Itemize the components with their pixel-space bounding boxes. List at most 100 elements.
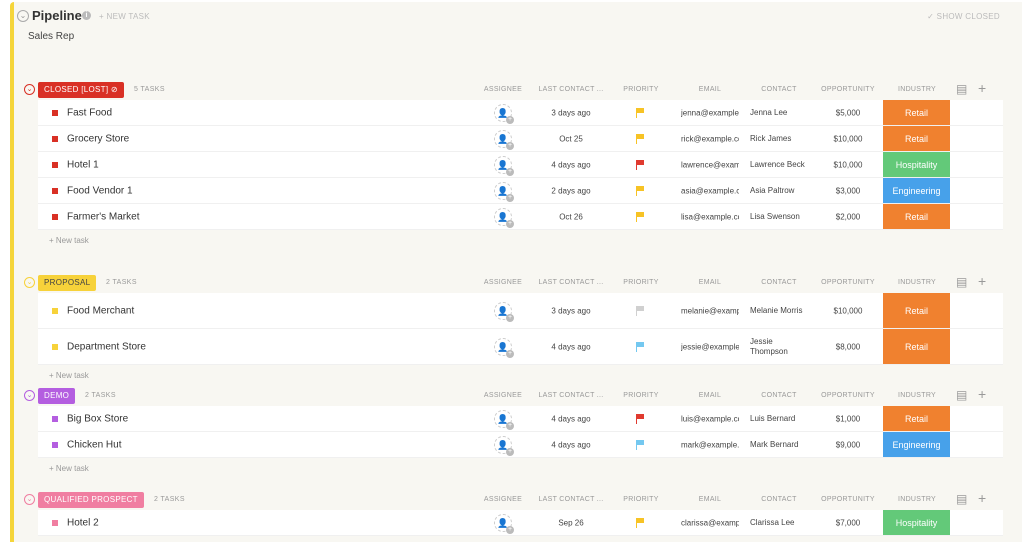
contact[interactable]: Mark Bernard xyxy=(750,440,810,450)
column-header[interactable]: INDUSTRY xyxy=(877,86,957,93)
task-name[interactable]: Department Store xyxy=(67,341,146,352)
priority-flag-icon[interactable] xyxy=(636,439,644,450)
last-contact[interactable]: Oct 26 xyxy=(531,212,611,221)
add-column-icon[interactable]: + xyxy=(978,490,986,506)
status-square-icon[interactable] xyxy=(52,213,58,220)
table-settings-icon[interactable]: ▤ xyxy=(956,388,967,402)
last-contact[interactable]: Sep 26 xyxy=(531,518,611,527)
industry-tag[interactable]: Retail xyxy=(883,204,950,229)
assignee-avatar-icon[interactable]: 👤 + xyxy=(494,155,514,176)
task-name[interactable]: Fast Food xyxy=(67,107,112,118)
add-column-icon[interactable]: + xyxy=(978,80,986,96)
email[interactable]: clarissa@example.com xyxy=(681,518,739,527)
column-header[interactable]: PRIORITY xyxy=(601,279,681,286)
priority-flag-icon[interactable] xyxy=(636,159,644,170)
table-row[interactable]: Department Store 👤 + 4 days ago jessie@ex… xyxy=(38,329,1003,365)
new-task-link[interactable]: + New task xyxy=(49,464,89,473)
column-header[interactable]: PRIORITY xyxy=(601,86,681,93)
table-row[interactable]: Food Vendor 1 👤 + 2 days ago asia@example… xyxy=(38,178,1003,204)
assignee-avatar-icon[interactable]: 👤 + xyxy=(494,103,514,124)
new-task-button[interactable]: + NEW TASK xyxy=(99,12,150,21)
column-header[interactable]: CONTACT xyxy=(739,86,819,93)
opportunity[interactable]: $10,000 xyxy=(808,134,888,143)
task-name[interactable]: Food Vendor 1 xyxy=(67,185,133,196)
email[interactable]: lawrence@example.com xyxy=(681,160,739,169)
status-badge[interactable]: QUALIFIED PROSPECT xyxy=(38,492,144,508)
industry-tag[interactable]: Retail xyxy=(883,293,950,328)
column-header[interactable]: PRIORITY xyxy=(601,392,681,399)
status-square-icon[interactable] xyxy=(52,187,58,194)
email[interactable]: melanie@example.com xyxy=(681,306,739,315)
assignee-avatar-icon[interactable]: 👤 + xyxy=(494,207,514,228)
collapse-group-icon[interactable]: ⌄ xyxy=(24,277,35,288)
industry-tag[interactable]: Retail xyxy=(883,329,950,364)
table-settings-icon[interactable]: ▤ xyxy=(956,492,967,506)
opportunity[interactable]: $1,000 xyxy=(808,414,888,423)
priority-flag-icon[interactable] xyxy=(636,517,644,528)
assignee-avatar-icon[interactable]: 👤 + xyxy=(494,435,514,456)
status-square-icon[interactable] xyxy=(52,415,58,422)
column-header[interactable]: EMAIL xyxy=(670,496,750,503)
table-row[interactable]: Grocery Store 👤+ Oct 25 rick@example.com… xyxy=(38,126,1003,152)
task-name[interactable]: Hotel 2 xyxy=(67,517,99,528)
email[interactable]: jessie@example.com xyxy=(681,342,739,351)
priority-flag-icon[interactable] xyxy=(636,107,644,118)
opportunity[interactable]: $10,000 xyxy=(808,160,888,169)
task-name[interactable]: Grocery Store xyxy=(67,133,129,144)
last-contact[interactable]: 2 days ago xyxy=(531,186,611,195)
table-row[interactable]: Hotel 1 👤+ 4 days ago lawrence@example.c… xyxy=(38,152,1003,178)
table-row[interactable]: Farmer's Market 👤 + Oct 26 lisa@example.c… xyxy=(38,204,1003,230)
priority-flag-icon[interactable] xyxy=(636,305,644,316)
opportunity[interactable]: $7,000 xyxy=(808,518,888,527)
last-contact[interactable]: 4 days ago xyxy=(531,440,611,449)
priority-flag-icon[interactable] xyxy=(636,413,644,424)
collapse-list-icon[interactable]: ⌄ xyxy=(17,10,29,22)
column-header[interactable]: LAST CONTACT ... xyxy=(531,392,611,399)
last-contact[interactable]: 4 days ago xyxy=(531,414,611,423)
contact[interactable]: Jenna Lee xyxy=(750,108,810,118)
add-column-icon[interactable]: + xyxy=(978,273,986,289)
last-contact[interactable]: 4 days ago xyxy=(531,342,611,351)
table-row[interactable]: Food Merchant 👤 + 3 days ago melanie@exam… xyxy=(38,293,1003,329)
info-icon[interactable]: i xyxy=(82,11,91,20)
task-name[interactable]: Chicken Hut xyxy=(67,439,121,450)
column-header[interactable]: OPPORTUNITY xyxy=(808,496,888,503)
show-closed-button[interactable]: ✓ SHOW CLOSED xyxy=(927,12,1000,21)
assignee-avatar-icon[interactable]: 👤 + xyxy=(494,301,514,322)
contact[interactable]: Luis Bernard xyxy=(750,414,810,424)
status-square-icon[interactable] xyxy=(52,343,58,350)
column-header[interactable]: INDUSTRY xyxy=(877,279,957,286)
table-row[interactable]: Big Box Store 👤 + 4 days ago luis@example… xyxy=(38,406,1003,432)
assignee-avatar-icon[interactable]: 👤 + xyxy=(494,129,514,150)
task-name[interactable]: Farmer's Market xyxy=(67,211,139,222)
status-square-icon[interactable] xyxy=(52,135,58,142)
contact[interactable]: Melanie Morris xyxy=(750,306,810,316)
column-header[interactable]: CONTACT xyxy=(739,392,819,399)
priority-flag-icon[interactable] xyxy=(636,185,644,196)
industry-tag[interactable]: Retail xyxy=(883,126,950,151)
column-header[interactable]: CONTACT xyxy=(739,279,819,286)
assignee-avatar-icon[interactable]: 👤 + xyxy=(494,337,514,358)
column-header[interactable]: INDUSTRY xyxy=(877,392,957,399)
column-header[interactable]: EMAIL xyxy=(670,392,750,399)
status-square-icon[interactable] xyxy=(52,109,58,116)
table-row[interactable]: Hotel 2 👤+ Sep 26 clarissa@example.com C… xyxy=(38,510,1003,536)
task-name[interactable]: Food Merchant xyxy=(67,305,134,316)
email[interactable]: luis@example.com xyxy=(681,414,739,423)
assignee-avatar-icon[interactable]: 👤 + xyxy=(494,181,514,202)
column-header[interactable]: LAST CONTACT ... xyxy=(531,86,611,93)
opportunity[interactable]: $8,000 xyxy=(808,342,888,351)
collapse-group-icon[interactable]: ⌄ xyxy=(24,494,35,505)
industry-tag[interactable]: Retail xyxy=(883,100,950,125)
column-header[interactable]: LAST CONTACT ... xyxy=(531,279,611,286)
contact[interactable]: Asia Paltrow xyxy=(750,186,810,196)
opportunity[interactable]: $10,000 xyxy=(808,306,888,315)
collapse-group-icon[interactable]: ⌄ xyxy=(24,390,35,401)
industry-tag[interactable]: Retail xyxy=(883,406,950,431)
status-square-icon[interactable] xyxy=(52,307,58,314)
email[interactable]: jenna@example.com xyxy=(681,108,739,117)
task-name[interactable]: Hotel 1 xyxy=(67,159,99,170)
contact[interactable]: Lisa Swenson xyxy=(750,212,810,222)
column-header[interactable]: OPPORTUNITY xyxy=(808,392,888,399)
email[interactable]: mark@example.com xyxy=(681,440,739,449)
